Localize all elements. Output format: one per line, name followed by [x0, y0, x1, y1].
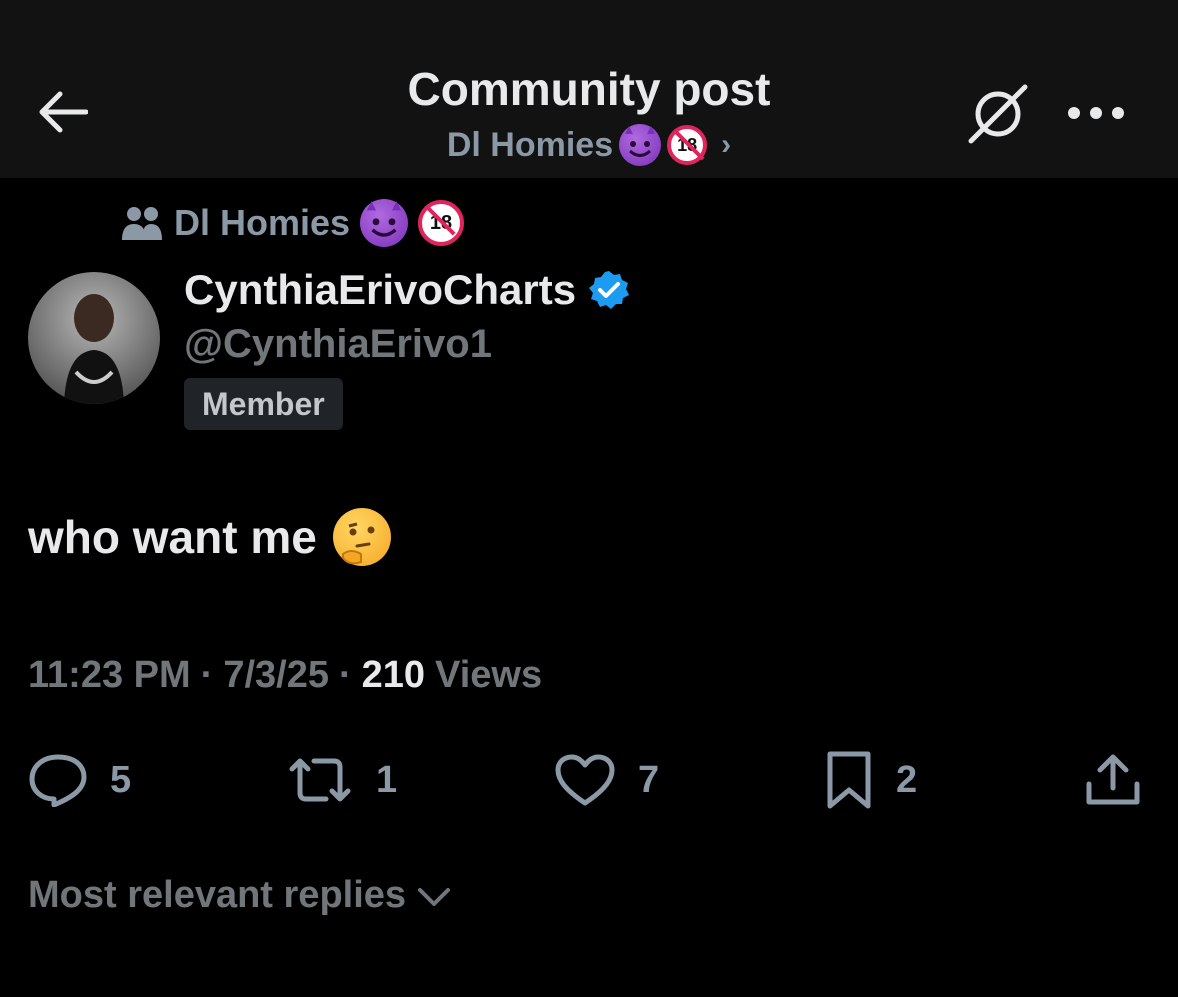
smiling-devil-emoji-icon: [619, 124, 662, 166]
views-label[interactable]: Views: [435, 654, 542, 697]
post-time: 11:23 PM: [28, 654, 191, 696]
like-count: 7: [638, 758, 660, 801]
no-one-under-eighteen-icon: 18: [418, 200, 465, 246]
repost-count: 1: [376, 758, 398, 801]
community-context[interactable]: Dl Homies 18: [120, 196, 465, 250]
bookmark-count: 2: [896, 758, 918, 801]
author-handle[interactable]: @CynthiaErivo1: [184, 322, 492, 367]
grok-slash-icon: [968, 84, 1028, 144]
action-bar: 5 1 7 2: [0, 740, 1178, 820]
chevron-right-icon: ›: [721, 128, 732, 161]
bookmark-button[interactable]: 2: [824, 740, 917, 820]
verified-badge-icon: [589, 271, 630, 309]
bookmark-icon: [827, 751, 871, 809]
more-dots-icon: [1068, 107, 1124, 119]
post-date: 7/3/25: [223, 654, 329, 696]
author-display-name: CynthiaErivoCharts: [184, 266, 577, 313]
post-meta: 11:23 PM · 7/3/25 · 210 Views: [28, 654, 542, 697]
meta-separator: ·: [200, 654, 214, 696]
thinking-face-emoji-icon: [332, 508, 391, 566]
no-one-under-eighteen-icon: 18: [667, 125, 708, 165]
more-options-button[interactable]: [1062, 90, 1130, 136]
meta-separator: ·: [338, 654, 352, 696]
member-badge: Member: [184, 378, 343, 430]
share-button[interactable]: [1084, 740, 1142, 820]
like-button[interactable]: 7: [554, 740, 659, 820]
community-context-name: Dl Homies: [174, 202, 351, 243]
avatar[interactable]: [28, 272, 160, 404]
people-icon: [122, 207, 162, 240]
repost-button[interactable]: 1: [286, 740, 397, 820]
reply-button[interactable]: 5: [28, 740, 131, 820]
post-text-row: who want me: [28, 508, 391, 566]
reply-bubble-icon: [29, 754, 87, 807]
repost-icon: [289, 758, 351, 802]
top-header: Community post Dl Homies 18 ›: [0, 0, 1178, 178]
chevron-down-icon: [418, 887, 451, 906]
heart-icon: [555, 754, 615, 806]
grok-button[interactable]: [964, 80, 1032, 148]
community-name: Dl Homies: [446, 125, 614, 164]
share-icon: [1086, 754, 1140, 805]
author-display-name-row[interactable]: CynthiaErivoCharts: [184, 266, 630, 314]
views-count: 210: [361, 654, 426, 696]
replies-sort-label: Most relevant replies: [28, 874, 407, 916]
post-text: who want me: [28, 511, 317, 563]
replies-sort-dropdown[interactable]: Most relevant replies: [28, 874, 452, 917]
smiling-devil-emoji-icon: [360, 199, 409, 247]
reply-count: 5: [110, 758, 132, 801]
